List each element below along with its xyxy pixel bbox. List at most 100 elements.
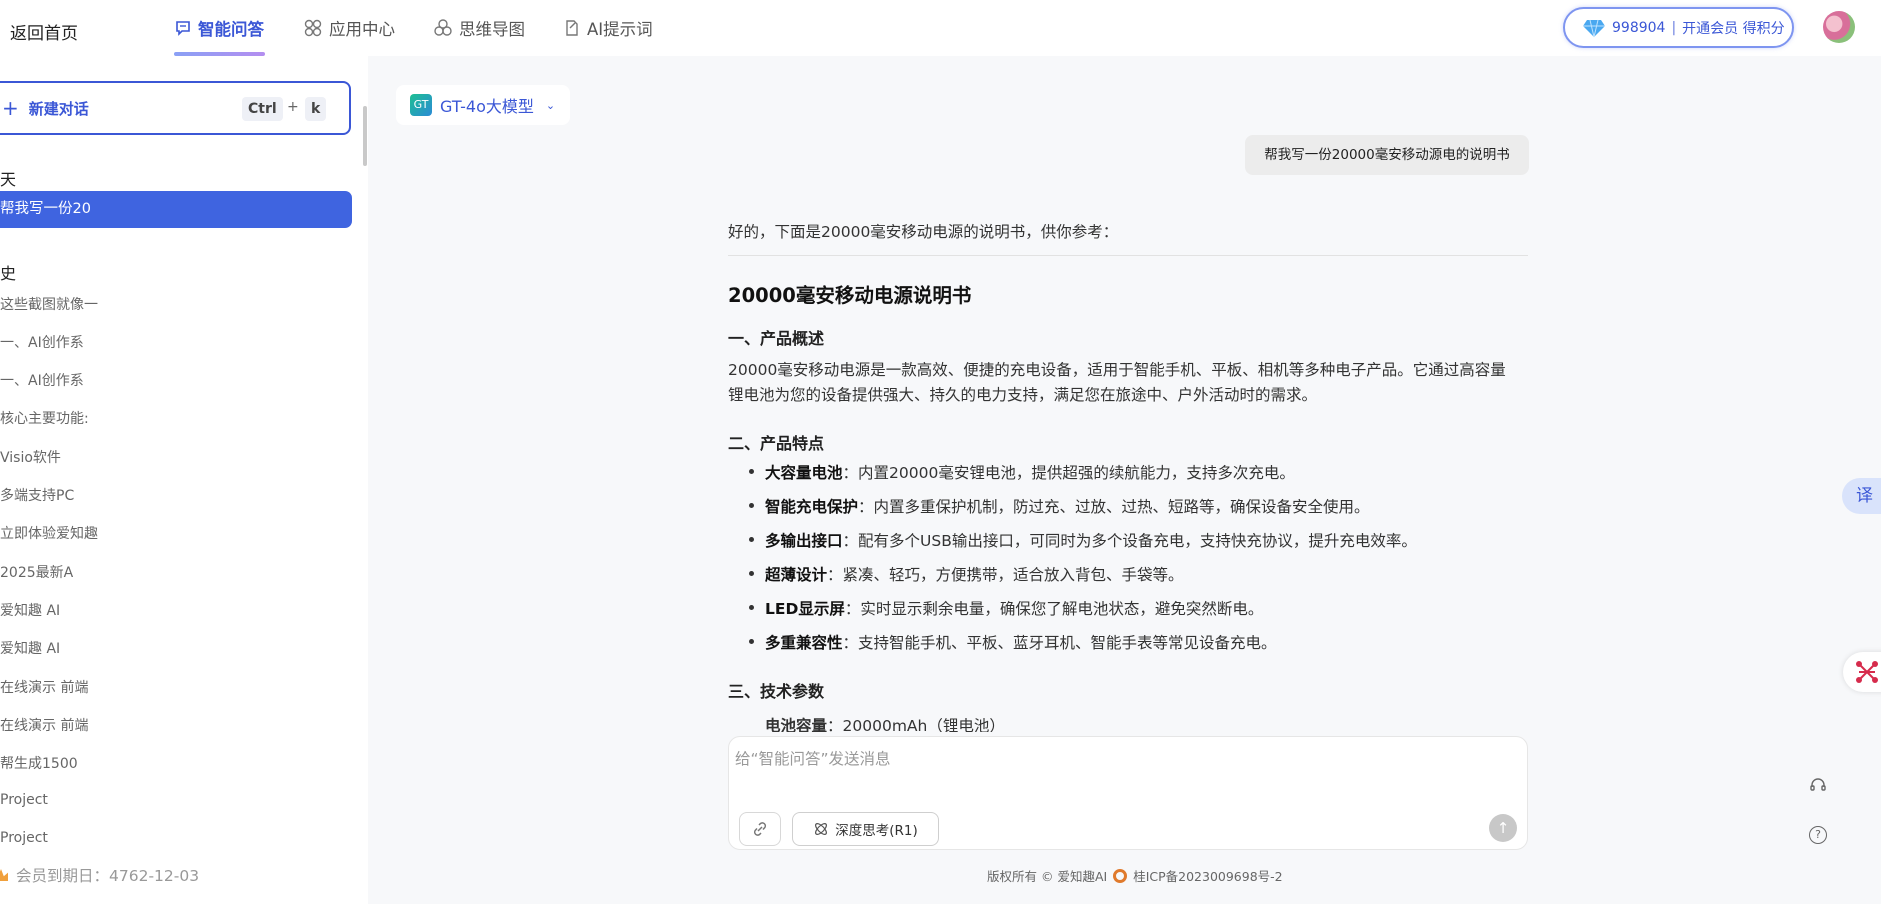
points-value: 998904 — [1612, 19, 1666, 36]
feature-name: 大容量电池 — [765, 464, 843, 482]
app-root: 返回首页 智能问答 应用中心 思维导图 AI提示词 998904 | 开通会员 … — [0, 0, 1881, 904]
chat-bubble-icon — [176, 21, 190, 36]
list-item[interactable]: 一、AI创作系 — [0, 332, 84, 352]
diamond-icon — [1583, 19, 1605, 37]
send-button[interactable]: ↑ — [1489, 814, 1517, 842]
list-item: 多输出接口：配有多个USB输出接口，可同时为多个设备充电，支持快充协议，提升充电… — [749, 529, 1417, 551]
list-item: 智能充电保护：内置多重保护机制，防过充、过放、过热、短路等，确保设备安全使用。 — [749, 495, 1370, 517]
new-chat-button[interactable]: + 新建对话 Ctrl + k — [0, 81, 351, 135]
spec-row: 电池容量：20000mAh（锂电池） — [765, 714, 1005, 732]
plus-icon: + — [2, 96, 19, 120]
sidebar-item-active[interactable]: 帮我写一份20 — [0, 191, 352, 228]
user-message: 帮我写一份20000毫安移动源电的说明书 — [1245, 135, 1529, 175]
list-item[interactable]: 核心主要功能: — [0, 408, 89, 428]
tab-mindmap[interactable]: 思维导图 — [433, 15, 525, 41]
list-item[interactable]: 在线演示 前端 — [0, 677, 88, 697]
overview-line: 锂电池为您的设备提供强大、持久的电力支持，满足您在旅途中、户外活动时的需求。 — [728, 386, 1318, 404]
overview-line: 20000毫安移动电源是一款高效、便捷的充电设备，适用于智能手机、平板、相机等多… — [728, 361, 1506, 379]
deep-think-button[interactable]: 深度思考(R1) — [792, 812, 939, 846]
headset-icon[interactable] — [1809, 776, 1827, 794]
copyright-text: 版权所有 © 爱知趣AI — [987, 869, 1108, 884]
list-item: 多重兼容性：支持智能手机、平板、蓝牙耳机、智能手表等常见设备充电。 — [749, 631, 1277, 653]
sidebar-group-today: 天 — [0, 170, 17, 189]
list-item[interactable]: 2025最新A — [0, 562, 73, 582]
atom-icon — [815, 823, 828, 835]
translate-button[interactable]: 译 — [1842, 478, 1881, 514]
model-logo: GT — [410, 94, 432, 116]
section-heading: 一、产品概述 — [728, 329, 825, 348]
shortcut-plus: + — [287, 99, 299, 115]
list-item[interactable]: 多端支持PC — [0, 485, 74, 505]
tab-label: 思维导图 — [459, 20, 525, 39]
feature-desc: ：实时显示剩余电量，确保您了解电池状态，避免突然断电。 — [844, 600, 1264, 618]
feature-desc: ：支持智能手机、平板、蓝牙耳机、智能手表等常见设备充电。 — [842, 634, 1277, 652]
spec-value: ：20000mAh（锂电池） — [827, 717, 1005, 732]
headset-glyph — [1810, 778, 1826, 791]
list-item: 大容量电池：内置20000毫安锂电池，提供超强的续航能力，支持多次充电。 — [749, 461, 1295, 483]
message-composer: 深度思考(R1) ↑ — [728, 736, 1528, 850]
tab-app-center[interactable]: 应用中心 — [303, 15, 395, 41]
feature-name: LED显示屏 — [765, 600, 845, 618]
feature-name: 超薄设计 — [765, 566, 828, 584]
tab-ai-prompt[interactable]: AI提示词 — [563, 15, 653, 41]
answer-intro: 好的，下面是20000毫安移动电源的说明书，供你参考： — [728, 223, 1119, 241]
overview-paragraph: 20000毫安移动电源是一款高效、便捷的充电设备，适用于智能手机、平板、相机等多… — [728, 358, 1528, 408]
arrow-up-icon: ↑ — [1496, 819, 1510, 837]
list-item: LED显示屏：实时显示剩余电量，确保您了解电池状态，避免突然断电。 — [748, 597, 1264, 619]
icp-link[interactable]: 桂ICP备2023009698号-2 — [1133, 866, 1282, 885]
tab-label: 应用中心 — [329, 20, 395, 39]
membership-expiry-text: 会员到期日：4762-12-03 — [16, 867, 200, 885]
section-heading: 三、技术参数 — [728, 682, 825, 701]
answer-title: 20000毫安移动电源说明书 — [728, 284, 972, 307]
model-selector[interactable]: GT GT-4o大模型 ⌄ — [396, 85, 570, 125]
list-item[interactable]: 一、AI创作系 — [0, 370, 84, 390]
avatar[interactable] — [1823, 11, 1855, 43]
assistant-message: 好的，下面是20000毫安移动电源的说明书，供你参考： 20000毫安移动电源说… — [728, 212, 1528, 732]
network-icon — [1856, 661, 1878, 683]
list-item: 超薄设计：紧凑、轻巧，方便携带，适合放入背包、手袋等。 — [749, 563, 1184, 585]
footer: 版权所有 © 爱知趣AI 桂ICP备2023009698号-2 — [987, 866, 1283, 885]
list-item[interactable]: 这些截图就像一 — [0, 294, 98, 314]
feature-desc: ：配有多个USB输出接口，可同时为多个设备充电，支持快充协议，提升充电效率。 — [842, 532, 1417, 550]
feature-desc: ：内置20000毫安锂电池，提供超强的续航能力，支持多次充电。 — [842, 464, 1295, 482]
link-icon — [753, 822, 767, 836]
prompt-edit-icon — [566, 20, 578, 36]
feature-name: 智能充电保护 — [765, 498, 859, 516]
feature-name: 多重兼容性 — [765, 634, 843, 652]
list-item[interactable]: 爱知趣 AI — [0, 600, 60, 620]
attach-link-button[interactable] — [739, 812, 781, 846]
list-item[interactable]: 立即体验爱知趣 — [0, 523, 98, 543]
list-item[interactable]: Project — [0, 792, 48, 808]
membership-cta: 开通会员 得积分 — [1682, 20, 1785, 37]
new-chat-label: 新建对话 — [28, 99, 89, 118]
list-item[interactable]: 在线演示 前端 — [0, 715, 88, 735]
deep-think-label: 深度思考(R1) — [835, 823, 918, 839]
tab-smart-qa[interactable]: 智能问答 — [174, 15, 264, 41]
points-separator: | — [1671, 19, 1677, 36]
tab-label: AI提示词 — [587, 20, 653, 39]
list-item[interactable]: Project — [0, 830, 48, 846]
feature-desc: ：内置多重保护机制，防过充、过放、过热、短路等，确保设备安全使用。 — [858, 498, 1370, 516]
list-item[interactable]: Visio软件 — [0, 447, 61, 467]
feature-desc: ：紧凑、轻巧，方便携带，适合放入背包、手袋等。 — [827, 566, 1184, 584]
spec-name: 电池容量 — [765, 717, 828, 732]
network-widget-button[interactable] — [1843, 652, 1881, 692]
top-nav: 返回首页 智能问答 应用中心 思维导图 AI提示词 998904 | 开通会员 … — [0, 0, 1881, 56]
app-grid-icon — [304, 19, 322, 37]
section-heading: 二、产品特点 — [728, 434, 825, 453]
list-item[interactable]: 帮生成1500 — [0, 753, 78, 773]
crown-icon — [0, 869, 8, 881]
message-input[interactable] — [735, 747, 1515, 787]
sidebar: + 新建对话 Ctrl + k 天 帮我写一份20 史 这些截图就像一 一、AI… — [0, 56, 368, 904]
list-item[interactable]: 爱知趣 AI — [0, 638, 60, 658]
points-membership-button[interactable]: 998904 | 开通会员 得积分 — [1563, 7, 1794, 48]
sidebar-group-history: 史 — [0, 264, 17, 283]
model-name: GT-4o大模型 — [440, 97, 534, 116]
membership-expiry: 会员到期日：4762-12-03 — [0, 864, 199, 886]
chevron-down-icon: ⌄ — [545, 98, 556, 112]
divider — [728, 255, 1528, 256]
help-icon[interactable]: ? — [1809, 826, 1827, 844]
back-home-link[interactable]: 返回首页 — [10, 19, 78, 44]
sidebar-scrollbar[interactable] — [363, 106, 367, 166]
shortcut-ctrl-key: Ctrl — [242, 97, 283, 121]
